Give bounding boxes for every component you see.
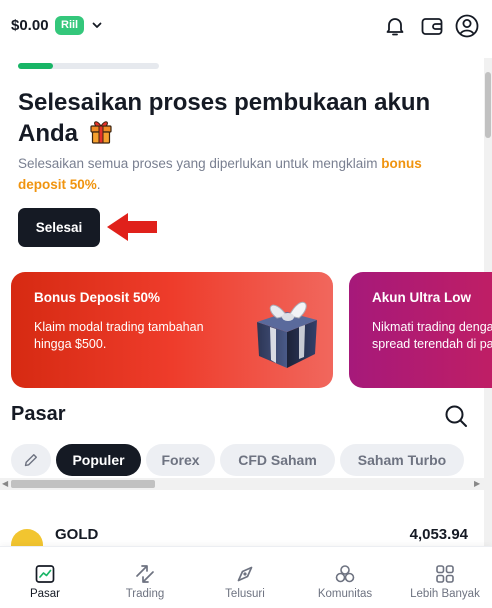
promo-card-ultra-low[interactable]: Akun Ultra Low Nikmati trading dengan sp…: [349, 272, 492, 388]
tabs-scrollbar-thumb[interactable]: [11, 480, 155, 488]
gold-icon: [11, 529, 43, 546]
market-symbol: GOLD: [55, 526, 99, 543]
promo-description: Nikmati trading dengan spread terendah d…: [372, 320, 492, 351]
nav-item-komunitas[interactable]: Komunitas: [290, 547, 400, 608]
bell-icon[interactable]: [382, 13, 408, 39]
nav-item-telusuri[interactable]: Telusuri: [200, 547, 290, 608]
gift-box-icon: [257, 301, 317, 368]
bottom-navigation: Pasar Trading Telusuri Komunitas Lebih B…: [0, 546, 492, 608]
nav-label: Pasar: [29, 588, 61, 600]
promo-title: Bonus Deposit 50%: [34, 290, 161, 305]
top-bar: $0.00 Riil: [0, 0, 492, 52]
onboarding-description-text: Selesaikan semua proses yang diperlukan …: [18, 156, 378, 171]
nav-item-trading[interactable]: Trading: [90, 547, 200, 608]
nav-item-lebih-banyak[interactable]: Lebih Banyak: [400, 547, 490, 608]
community-icon: [335, 565, 355, 583]
search-icon[interactable]: [443, 403, 469, 429]
onboarding-progress-fill: [18, 63, 54, 69]
scroll-left-icon[interactable]: ◀: [2, 479, 8, 488]
pencil-icon: [24, 454, 37, 467]
description-suffix: .: [96, 177, 101, 192]
onboarding-description: Selesaikan semua proses yang diperlukan …: [18, 153, 458, 195]
trade-arrows-icon: [136, 565, 154, 583]
market-category-tabs: Populer Forex CFD Saham Saham Turbo: [11, 444, 484, 476]
page-scrollbar-thumb[interactable]: [485, 72, 491, 138]
pointer-arrow-icon: [107, 213, 157, 241]
nav-label: Lebih Banyak: [410, 588, 480, 600]
wallet-icon[interactable]: [419, 13, 445, 39]
promo-title: Akun Ultra Low: [372, 290, 472, 305]
promo-description: Klaim modal trading tambahan hingga $500…: [34, 320, 204, 351]
promo-card-bonus-deposit[interactable]: Bonus Deposit 50% Klaim modal trading ta…: [11, 272, 333, 388]
onboarding-title: Selesaikan proses pembukaan akun Anda: [18, 87, 438, 149]
tab-forex[interactable]: Forex: [146, 444, 215, 476]
account-balance[interactable]: $0.00: [11, 17, 49, 34]
grid-icon: [436, 565, 454, 583]
market-price: 4,053.94: [409, 526, 468, 543]
nav-item-pasar[interactable]: Pasar: [0, 547, 90, 608]
edit-categories-button[interactable]: [11, 444, 51, 476]
chevron-down-icon[interactable]: [90, 18, 104, 32]
finish-button[interactable]: Selesai: [18, 208, 100, 247]
market-section-title: Pasar: [11, 403, 66, 425]
nav-label: Komunitas: [317, 588, 373, 600]
nav-label: Trading: [125, 588, 165, 600]
compass-icon: [237, 566, 253, 582]
tab-populer[interactable]: Populer: [56, 444, 141, 476]
gift-icon: [90, 121, 112, 144]
onboarding-title-text: Selesaikan proses pembukaan akun Anda: [18, 89, 431, 147]
tab-cfd-saham[interactable]: CFD Saham: [220, 444, 335, 476]
user-icon[interactable]: [454, 13, 480, 39]
onboarding-progress: [18, 63, 159, 69]
scroll-right-icon[interactable]: ▶: [474, 479, 480, 488]
market-row[interactable]: GOLD 4,053.94: [0, 518, 484, 546]
account-type-badge[interactable]: Riil: [55, 16, 85, 35]
chart-icon: [35, 565, 55, 583]
nav-label: Telusuri: [225, 588, 265, 600]
tab-saham-turbo[interactable]: Saham Turbo: [340, 444, 464, 476]
